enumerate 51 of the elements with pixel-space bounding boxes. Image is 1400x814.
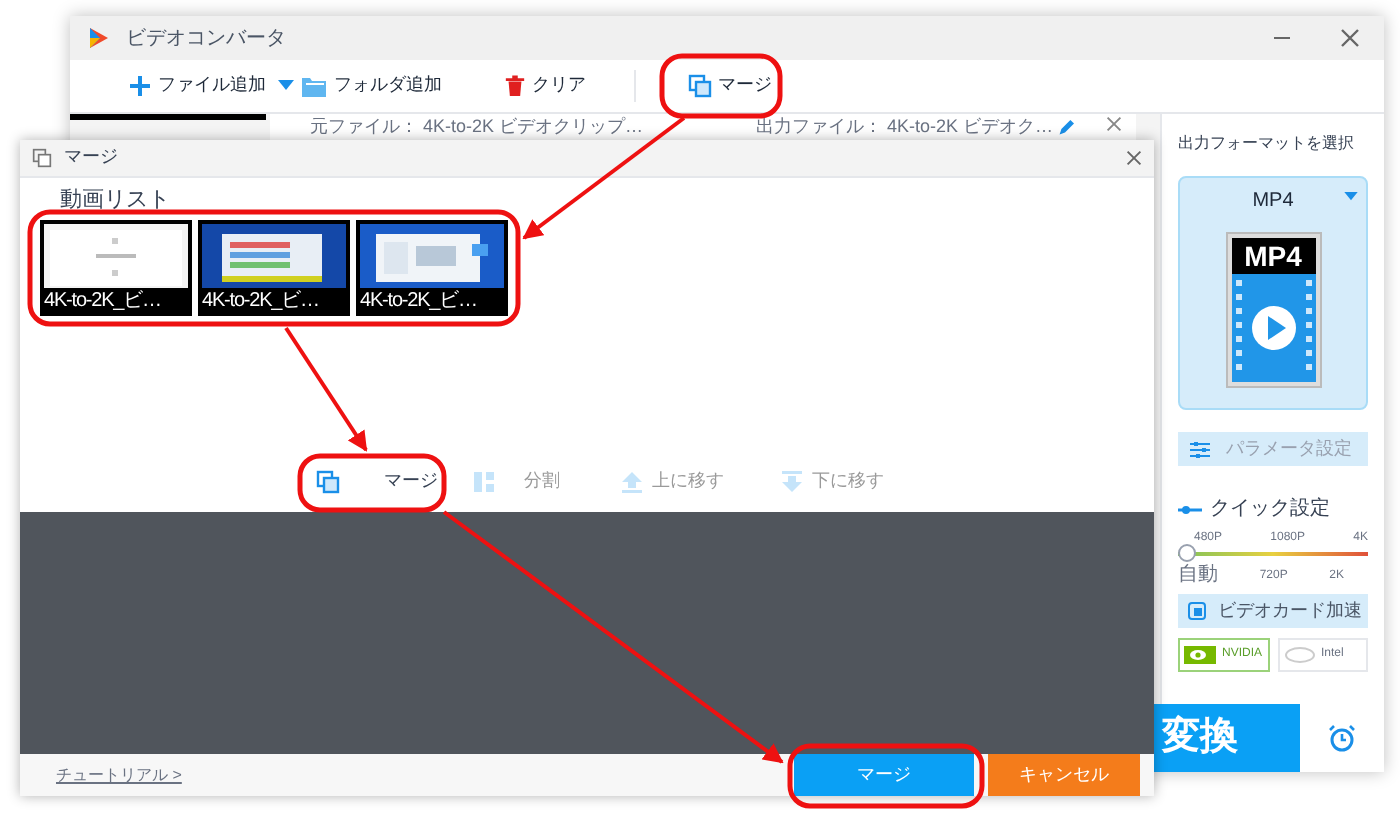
trash-icon xyxy=(504,74,526,98)
tutorial-link[interactable]: チュートリアル > xyxy=(56,763,780,787)
highlight-ring xyxy=(659,53,783,119)
remove-icon[interactable] xyxy=(1106,116,1122,132)
dialog-title: マージ xyxy=(64,144,120,171)
dialog-action[interactable]: マージ xyxy=(304,468,444,495)
dropdown-caret-icon[interactable] xyxy=(1344,192,1358,202)
alarm-button[interactable] xyxy=(1300,704,1384,772)
file-badge: MP4 xyxy=(1231,238,1315,274)
format-label: MP4 xyxy=(1252,188,1294,216)
alarm-clock-icon xyxy=(1328,724,1356,752)
annotation-arrow xyxy=(284,326,368,452)
merge-icon xyxy=(688,74,712,98)
checkbox-label: ビデオカード加速 xyxy=(1218,597,1362,624)
split-icon xyxy=(472,469,496,494)
video-thumbnail[interactable]: 4K-to-2K_ビ… xyxy=(356,220,508,316)
merge-icon xyxy=(32,148,52,168)
app-logo-icon xyxy=(86,26,110,50)
slider-thumb[interactable] xyxy=(1178,544,1196,562)
folder-icon xyxy=(300,74,328,98)
clip-name: 4K-to-2K_ビ… xyxy=(202,290,321,312)
clip-name: 4K-to-2K_ビ… xyxy=(360,290,479,312)
sliders-icon xyxy=(1190,439,1210,459)
video-thumbnail[interactable]: 4K-to-2K_ビ… xyxy=(40,220,192,316)
toolbar-button[interactable]: クリア xyxy=(504,72,604,100)
close-icon[interactable] xyxy=(1340,28,1360,48)
clip-name: 4K-to-2K_ビ… xyxy=(44,290,163,312)
move-up-icon xyxy=(620,469,644,494)
list-heading: 動画リスト xyxy=(60,186,170,216)
merge-icon xyxy=(316,469,340,494)
tick-label: 自動 xyxy=(1178,566,1218,586)
dropdown-caret-icon[interactable] xyxy=(278,80,294,92)
move-down-icon xyxy=(780,469,804,494)
eye-logo-icon xyxy=(1184,646,1216,664)
slider-line-icon xyxy=(1178,503,1202,515)
quality-slider[interactable] xyxy=(1178,544,1368,562)
video-thumbnail[interactable]: 4K-to-2K_ビ… xyxy=(198,220,350,316)
panel-heading: 出力フォーマットを選択 xyxy=(1178,132,1356,156)
toolbar-button[interactable]: マージ xyxy=(688,72,788,100)
oval-logo-icon xyxy=(1283,646,1315,664)
window-title: ビデオコンバータ xyxy=(126,25,288,53)
format-card[interactable]: MP4 MP4 xyxy=(1178,176,1368,410)
section-title: クイック設定 xyxy=(1210,495,1330,524)
checkbox[interactable] xyxy=(1188,602,1206,620)
film-play-icon xyxy=(1231,274,1315,382)
toolbar-button[interactable]: フォルダ追加 xyxy=(300,72,504,100)
close-icon[interactable] xyxy=(1126,150,1142,166)
source-file-text: 元ファイル： 4K-to-2K ビデオクリップ… xyxy=(310,114,644,141)
toolbar-button[interactable]: ファイル追加 xyxy=(128,72,272,100)
output-file-text: 出力ファイル： 4K-to-2K ビデオク… xyxy=(756,114,1054,141)
plus-icon xyxy=(128,74,152,98)
